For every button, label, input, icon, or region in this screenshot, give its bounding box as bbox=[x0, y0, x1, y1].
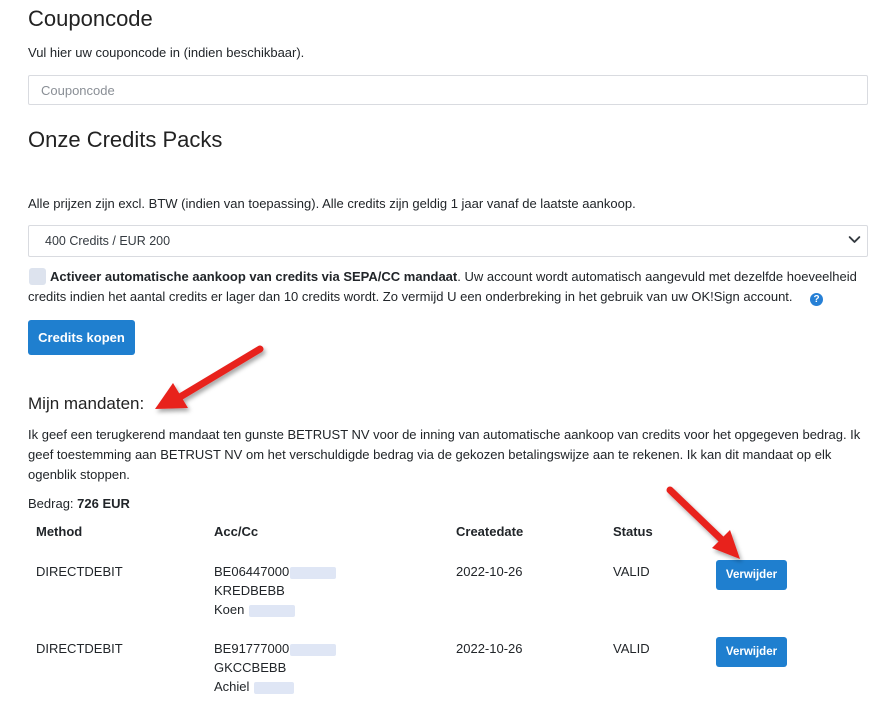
annotation-arrows bbox=[155, 345, 740, 559]
arrow-to-delete-icon bbox=[666, 486, 740, 559]
arrow-to-mandates-icon bbox=[155, 345, 264, 409]
